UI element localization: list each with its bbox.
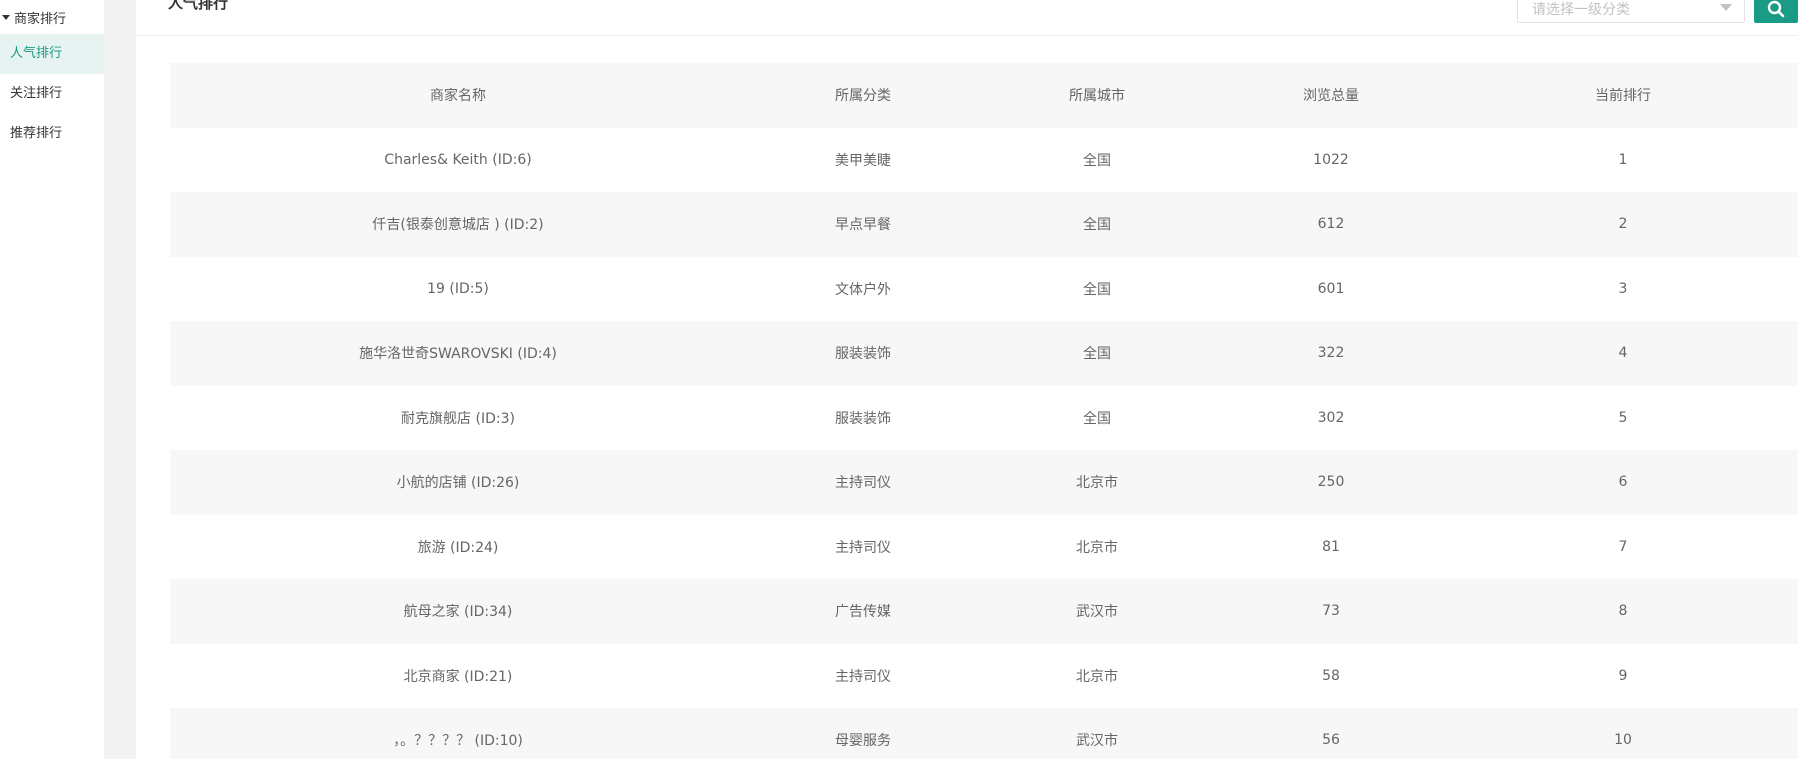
views-cell: 73 [1322,603,1340,620]
views-cell: 612 [1317,216,1345,233]
city-cell: 全国 [1083,346,1111,363]
search-button[interactable] [1754,0,1798,23]
merchant-name-cell: 施华洛世奇SWAROVSKI (ID:4) [359,346,557,363]
table-row[interactable]: ，。？？？？ (ID:10) 母婴服务 武汉市 56 10 [170,708,1798,759]
column-header-category[interactable]: 所属分类 [746,63,980,128]
category-cell: 服装装饰 [835,346,891,363]
rank-cell: 10 [1614,732,1632,749]
table-row[interactable]: 旅游 (ID:24) 主持司仪 北京市 81 7 [170,514,1798,579]
column-header-views[interactable]: 浏览总量 [1214,63,1448,128]
table-row[interactable]: 仟吉(银泰创意城店 ) (ID:2) 早点早餐 全国 612 2 [170,192,1798,257]
category-cell: 文体户外 [835,281,891,298]
merchant-name-cell: 旅游 (ID:24) [417,539,499,556]
rank-cell: 4 [1618,345,1628,362]
search-icon [1767,0,1785,18]
views-cell: 601 [1317,280,1345,297]
rank-cell: 6 [1618,474,1628,491]
sidebar-item-label: 人气排行 [10,46,63,61]
sidebar-item-label: 推荐排行 [10,126,63,141]
views-cell: 322 [1317,345,1345,362]
city-cell: 武汉市 [1076,733,1118,750]
category-cell: 母婴服务 [835,733,891,750]
views-cell: 81 [1322,538,1340,555]
category-select[interactable]: 请选择一级分类 [1517,0,1745,23]
column-header-merchant-name[interactable]: 商家名称 [170,63,746,128]
table-row[interactable]: 耐克旗舰店 (ID:3) 服装装饰 全国 302 5 [170,385,1798,450]
rank-cell: 1 [1618,151,1628,168]
chevron-down-icon [1720,4,1732,11]
sidebar-item-follow[interactable]: 关注排行 [0,74,104,114]
city-cell: 北京市 [1076,539,1118,556]
content-gutter [104,0,136,759]
main-content: 人气排行 请选择一级分类 商家名称 所属分类 所属城市 浏览总量 当前排行 Ch… [136,0,1798,759]
column-header-rank[interactable]: 当前排行 [1448,63,1798,128]
rank-cell: 2 [1618,216,1628,233]
table-header-row: 商家名称 所属分类 所属城市 浏览总量 当前排行 [170,63,1798,128]
category-cell: 广告传媒 [835,604,891,621]
views-cell: 56 [1322,732,1340,749]
views-cell: 250 [1317,474,1345,491]
ranking-table: 商家名称 所属分类 所属城市 浏览总量 当前排行 Charles& Keith … [170,63,1798,759]
merchant-name-cell: 北京商家 (ID:21) [403,668,513,685]
category-cell: 主持司仪 [835,668,891,685]
sidebar-item-recommend[interactable]: 推荐排行 [0,114,104,154]
merchant-name-cell: 航母之家 (ID:34) [403,604,513,621]
rank-cell: 7 [1618,538,1628,555]
category-cell: 服装装饰 [835,410,891,427]
rank-cell: 8 [1618,603,1628,620]
sidebar-group-label: 商家排行 [14,11,67,27]
table-row[interactable]: Charles& Keith (ID:6) 美甲美睫 全国 1022 1 [170,127,1798,192]
merchant-name-cell: 19 (ID:5) [427,280,489,297]
city-cell: 北京市 [1076,668,1118,685]
category-cell: 主持司仪 [835,539,891,556]
merchant-name-cell: 仟吉(银泰创意城店 ) (ID:2) [372,217,544,234]
views-cell: 302 [1317,409,1345,426]
city-cell: 全国 [1083,152,1111,169]
city-cell: 全国 [1083,217,1111,234]
city-cell: 全国 [1083,410,1111,427]
table-row[interactable]: 北京商家 (ID:21) 主持司仪 北京市 58 9 [170,643,1798,708]
table-row[interactable]: 航母之家 (ID:34) 广告传媒 武汉市 73 8 [170,579,1798,644]
city-cell: 全国 [1083,281,1111,298]
views-cell: 1022 [1313,151,1349,168]
sidebar: 商家排行 人气排行 关注排行 推荐排行 [0,0,104,759]
merchant-name-cell: ，。？？？？ (ID:10) [393,733,523,750]
sidebar-group-merchant-ranking[interactable]: 商家排行 [0,0,104,34]
table-row[interactable]: 施华洛世奇SWAROVSKI (ID:4) 服装装饰 全国 322 4 [170,321,1798,386]
caret-down-icon [2,15,10,20]
category-select-placeholder: 请选择一级分类 [1532,2,1630,18]
rank-cell: 3 [1618,280,1628,297]
page-title: 人气排行 [168,0,229,12]
table-row[interactable]: 19 (ID:5) 文体户外 全国 601 3 [170,256,1798,321]
city-cell: 武汉市 [1076,604,1118,621]
merchant-name-cell: 耐克旗舰店 (ID:3) [401,410,515,427]
category-cell: 主持司仪 [835,475,891,492]
views-cell: 58 [1322,667,1340,684]
sidebar-item-popularity[interactable]: 人气排行 [0,34,104,74]
merchant-name-cell: Charles& Keith (ID:6) [384,151,532,168]
column-header-city[interactable]: 所属城市 [980,63,1214,128]
rank-cell: 5 [1618,409,1628,426]
content-header: 人气排行 请选择一级分类 [136,0,1798,36]
sidebar-item-label: 关注排行 [10,86,63,101]
category-cell: 美甲美睫 [835,152,891,169]
table-body: Charles& Keith (ID:6) 美甲美睫 全国 1022 1 仟吉(银泰创意城… [170,127,1798,759]
merchant-name-cell: 小航的店铺 (ID:26) [396,475,520,492]
table-row[interactable]: 小航的店铺 (ID:26) 主持司仪 北京市 250 6 [170,450,1798,515]
city-cell: 北京市 [1076,475,1118,492]
category-cell: 早点早餐 [835,217,891,234]
rank-cell: 9 [1618,667,1628,684]
